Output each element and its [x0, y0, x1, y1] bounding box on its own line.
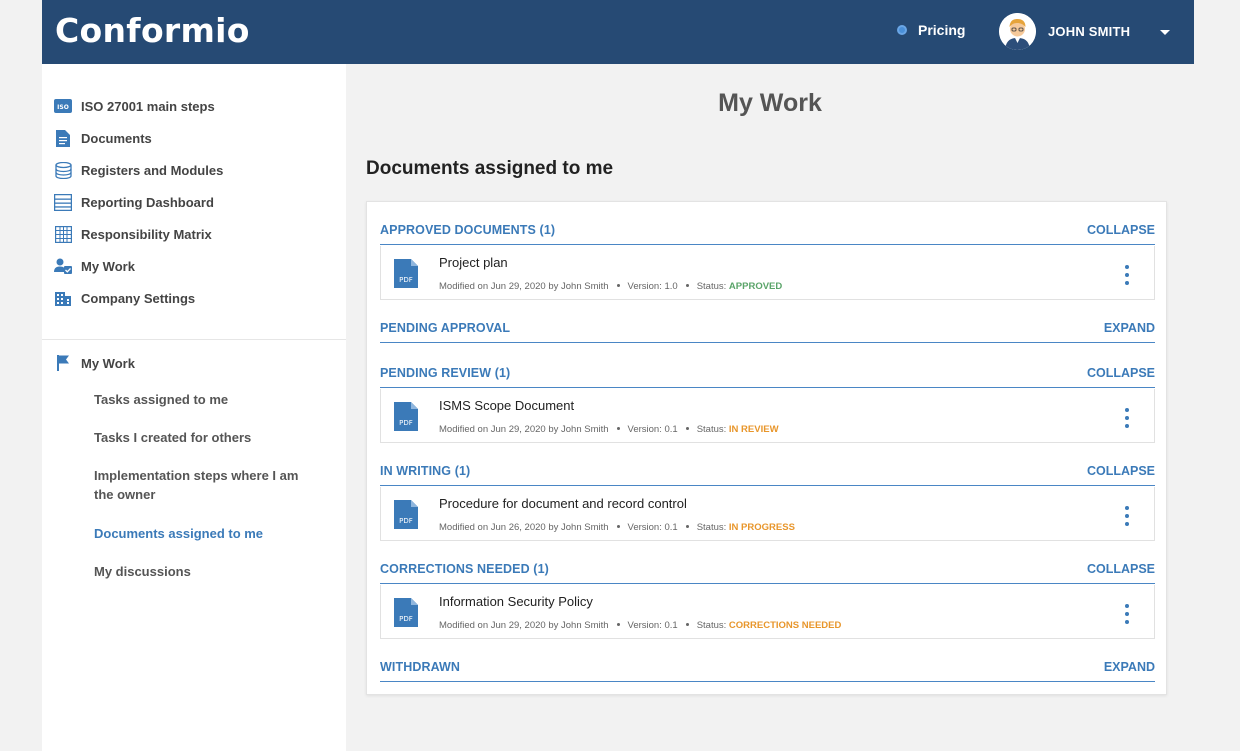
- group-title: PENDING APPROVAL: [380, 320, 511, 335]
- flag-icon: [54, 354, 72, 372]
- group-pending-approval: PENDING APPROVAL EXPAND: [380, 313, 1155, 343]
- sidebar-item-label: Reporting Dashboard: [81, 194, 214, 210]
- pricing-label: Pricing: [918, 22, 966, 38]
- more-options-icon[interactable]: [1120, 506, 1134, 526]
- sidebar-item-label: Documents: [81, 130, 152, 146]
- pricing-link[interactable]: Pricing: [897, 22, 965, 38]
- more-options-icon[interactable]: [1120, 265, 1134, 285]
- sidebar-item-label: ISO 27001 main steps: [81, 98, 215, 114]
- sidebar-section-my-work[interactable]: My Work: [54, 354, 135, 372]
- sidebar-item-my-work[interactable]: My Work: [54, 257, 135, 275]
- document-name[interactable]: Procedure for document and record contro…: [439, 496, 687, 511]
- group-title: WITHDRAWN: [380, 659, 461, 674]
- chevron-down-icon[interactable]: [1160, 30, 1170, 35]
- more-options-icon[interactable]: [1120, 408, 1134, 428]
- page-title: My Work: [718, 89, 822, 117]
- group-corrections-needed: CORRECTIONS NEEDED (1) COLLAPSE: [380, 554, 1155, 584]
- pdf-icon: PDF: [394, 259, 418, 293]
- document-meta: Modified on Jun 29, 2020 by John Smith Ve…: [439, 281, 783, 292]
- sidebar-section-label: My Work: [81, 355, 135, 371]
- document-name[interactable]: ISMS Scope Document: [439, 398, 574, 413]
- grid-icon: [54, 225, 72, 243]
- section-title: Documents assigned to me: [366, 158, 614, 179]
- sidebar-divider: [42, 339, 346, 340]
- database-icon: [54, 161, 72, 179]
- sidebar-item-label: Registers and Modules: [81, 162, 224, 178]
- svg-text:ISO: ISO: [57, 104, 69, 111]
- user-menu[interactable]: JOHN SMITH: [999, 13, 1130, 50]
- sidebar: ISO ISO 27001 main steps Documents Regis…: [42, 64, 346, 751]
- info-dot-icon: [897, 25, 907, 35]
- sidebar-item-label: Responsibility Matrix: [81, 226, 212, 242]
- iso-icon: ISO: [54, 97, 72, 115]
- document-icon: [54, 129, 72, 147]
- group-title: CORRECTIONS NEEDED (1): [380, 561, 549, 576]
- sidebar-sub-tasks-created[interactable]: Tasks I created for others: [94, 428, 304, 447]
- collapse-button[interactable]: COLLAPSE: [1087, 464, 1155, 478]
- group-title: PENDING REVIEW (1): [380, 365, 511, 380]
- collapse-button[interactable]: COLLAPSE: [1087, 366, 1155, 380]
- status-badge: APPROVED: [728, 281, 783, 292]
- document-row[interactable]: PDF ISMS Scope Document Modified on Jun …: [380, 389, 1155, 443]
- collapse-button[interactable]: COLLAPSE: [1087, 223, 1155, 237]
- sidebar-sub-implementation-steps[interactable]: Implementation steps where I am the owne…: [94, 466, 304, 504]
- logo[interactable]: Conformio: [55, 11, 250, 50]
- group-title: APPROVED DOCUMENTS (1): [380, 222, 556, 237]
- pdf-icon: PDF: [394, 598, 418, 632]
- pdf-icon: PDF: [394, 500, 418, 534]
- svg-text:PDF: PDF: [399, 517, 413, 525]
- pdf-icon: PDF: [394, 402, 418, 436]
- sidebar-item-registers[interactable]: Registers and Modules: [54, 161, 223, 179]
- svg-text:PDF: PDF: [399, 615, 413, 623]
- expand-button[interactable]: EXPAND: [1104, 321, 1155, 335]
- sidebar-item-label: My Work: [81, 258, 135, 274]
- document-row[interactable]: PDF Project plan Modified on Jun 29, 202…: [380, 246, 1155, 300]
- status-badge: IN PROGRESS: [728, 522, 795, 533]
- collapse-button[interactable]: COLLAPSE: [1087, 562, 1155, 576]
- group-in-writing: IN WRITING (1) COLLAPSE: [380, 456, 1155, 486]
- sidebar-sub-documents-assigned[interactable]: Documents assigned to me: [94, 524, 304, 543]
- document-name[interactable]: Information Security Policy: [439, 594, 593, 609]
- building-icon: [54, 289, 72, 307]
- sidebar-sub-tasks-assigned[interactable]: Tasks assigned to me: [94, 390, 304, 409]
- group-pending-review: PENDING REVIEW (1) COLLAPSE: [380, 358, 1155, 388]
- sidebar-item-reporting-dashboard[interactable]: Reporting Dashboard: [54, 193, 214, 211]
- group-approved: APPROVED DOCUMENTS (1) COLLAPSE: [380, 215, 1155, 245]
- group-withdrawn: WITHDRAWN EXPAND: [380, 652, 1155, 682]
- user-name: JOHN SMITH: [1048, 24, 1131, 39]
- top-header: Conformio Pricing JOHN SMITH: [42, 0, 1194, 64]
- group-title: IN WRITING (1): [380, 463, 471, 478]
- document-meta: Modified on Jun 29, 2020 by John Smith Ve…: [439, 424, 779, 435]
- status-badge: IN REVIEW: [728, 424, 779, 435]
- document-row[interactable]: PDF Procedure for document and record co…: [380, 487, 1155, 541]
- avatar: [999, 13, 1036, 50]
- documents-panel: APPROVED DOCUMENTS (1) COLLAPSE PDF Proj…: [366, 201, 1167, 695]
- sidebar-item-iso-main-steps[interactable]: ISO ISO 27001 main steps: [54, 97, 215, 115]
- document-meta: Modified on Jun 26, 2020 by John Smith Ve…: [439, 522, 795, 533]
- document-row[interactable]: PDF Information Security Policy Modified…: [380, 585, 1155, 639]
- sidebar-sub-my-discussions[interactable]: My discussions: [94, 562, 304, 581]
- document-meta: Modified on Jun 29, 2020 by John Smith Ve…: [439, 620, 842, 631]
- sidebar-item-responsibility-matrix[interactable]: Responsibility Matrix: [54, 225, 212, 243]
- more-options-icon[interactable]: [1120, 604, 1134, 624]
- sidebar-item-company-settings[interactable]: Company Settings: [54, 289, 195, 307]
- svg-text:PDF: PDF: [399, 276, 413, 284]
- sidebar-item-label: Company Settings: [81, 290, 196, 306]
- dashboard-icon: [54, 193, 72, 211]
- expand-button[interactable]: EXPAND: [1104, 660, 1155, 674]
- user-check-icon: [54, 257, 72, 275]
- svg-text:PDF: PDF: [399, 419, 413, 427]
- sidebar-item-documents[interactable]: Documents: [54, 129, 152, 147]
- status-badge: CORRECTIONS NEEDED: [728, 620, 842, 631]
- document-name[interactable]: Project plan: [439, 255, 508, 270]
